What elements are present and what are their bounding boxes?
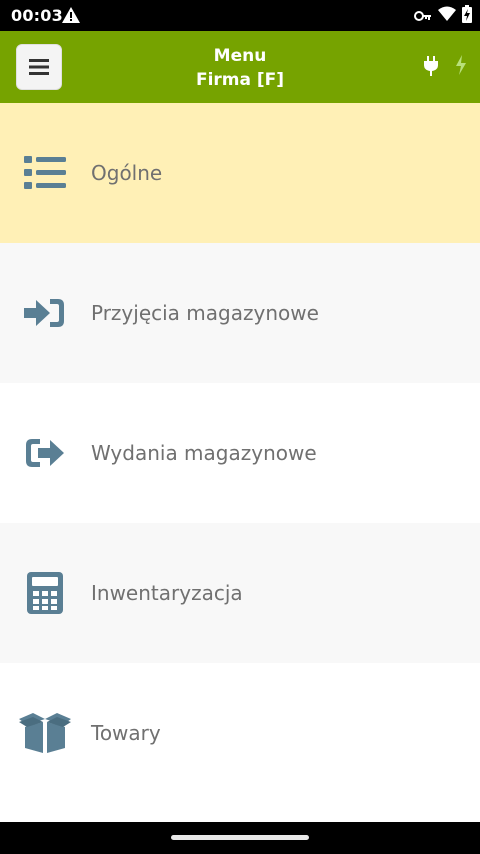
vpn-key-icon	[414, 7, 432, 26]
menu-item-label: Wydania magazynowe	[91, 441, 317, 465]
sign-in-arrow-icon	[18, 291, 72, 335]
calculator-icon	[18, 571, 72, 615]
bolt-icon	[455, 55, 467, 79]
menu-item-label: Przyjęcia magazynowe	[91, 301, 319, 325]
app-bar: Menu Firma [F]	[0, 31, 480, 103]
hamburger-menu-icon	[29, 59, 49, 75]
status-icons	[414, 5, 472, 27]
menu-item-towary[interactable]: Towary	[0, 663, 480, 803]
menu-item-wydania[interactable]: Wydania magazynowe	[0, 383, 480, 523]
menu-item-label: Inwentaryzacja	[91, 581, 243, 605]
list-icon	[18, 151, 72, 195]
plug-icon	[424, 56, 438, 80]
home-gesture-pill[interactable]	[171, 835, 309, 840]
menu-item-przyjecia[interactable]: Przyjęcia magazynowe	[0, 243, 480, 383]
menu-list: Ogólne Przyjęcia magazynowe Wydania maga…	[0, 103, 480, 803]
status-time: 00:03	[11, 6, 63, 25]
menu-item-inwentaryzacja[interactable]: Inwentaryzacja	[0, 523, 480, 663]
status-bar: 00:03	[0, 0, 480, 31]
sign-out-arrow-icon	[18, 431, 72, 475]
system-navigation-bar	[0, 822, 480, 854]
app-title-block: Menu Firma [F]	[140, 44, 340, 92]
alert-icon	[62, 7, 80, 27]
open-box-icon	[18, 711, 72, 755]
menu-item-label: Towary	[91, 721, 161, 745]
wifi-icon	[438, 6, 456, 26]
hamburger-menu-button[interactable]	[16, 44, 62, 90]
menu-item-label: Ogólne	[91, 161, 163, 185]
battery-charging-icon	[462, 5, 472, 27]
company-subtitle: Firma [F]	[195, 70, 285, 90]
menu-item-ogolne[interactable]: Ogólne	[0, 103, 480, 243]
page-title: Menu	[213, 46, 267, 66]
